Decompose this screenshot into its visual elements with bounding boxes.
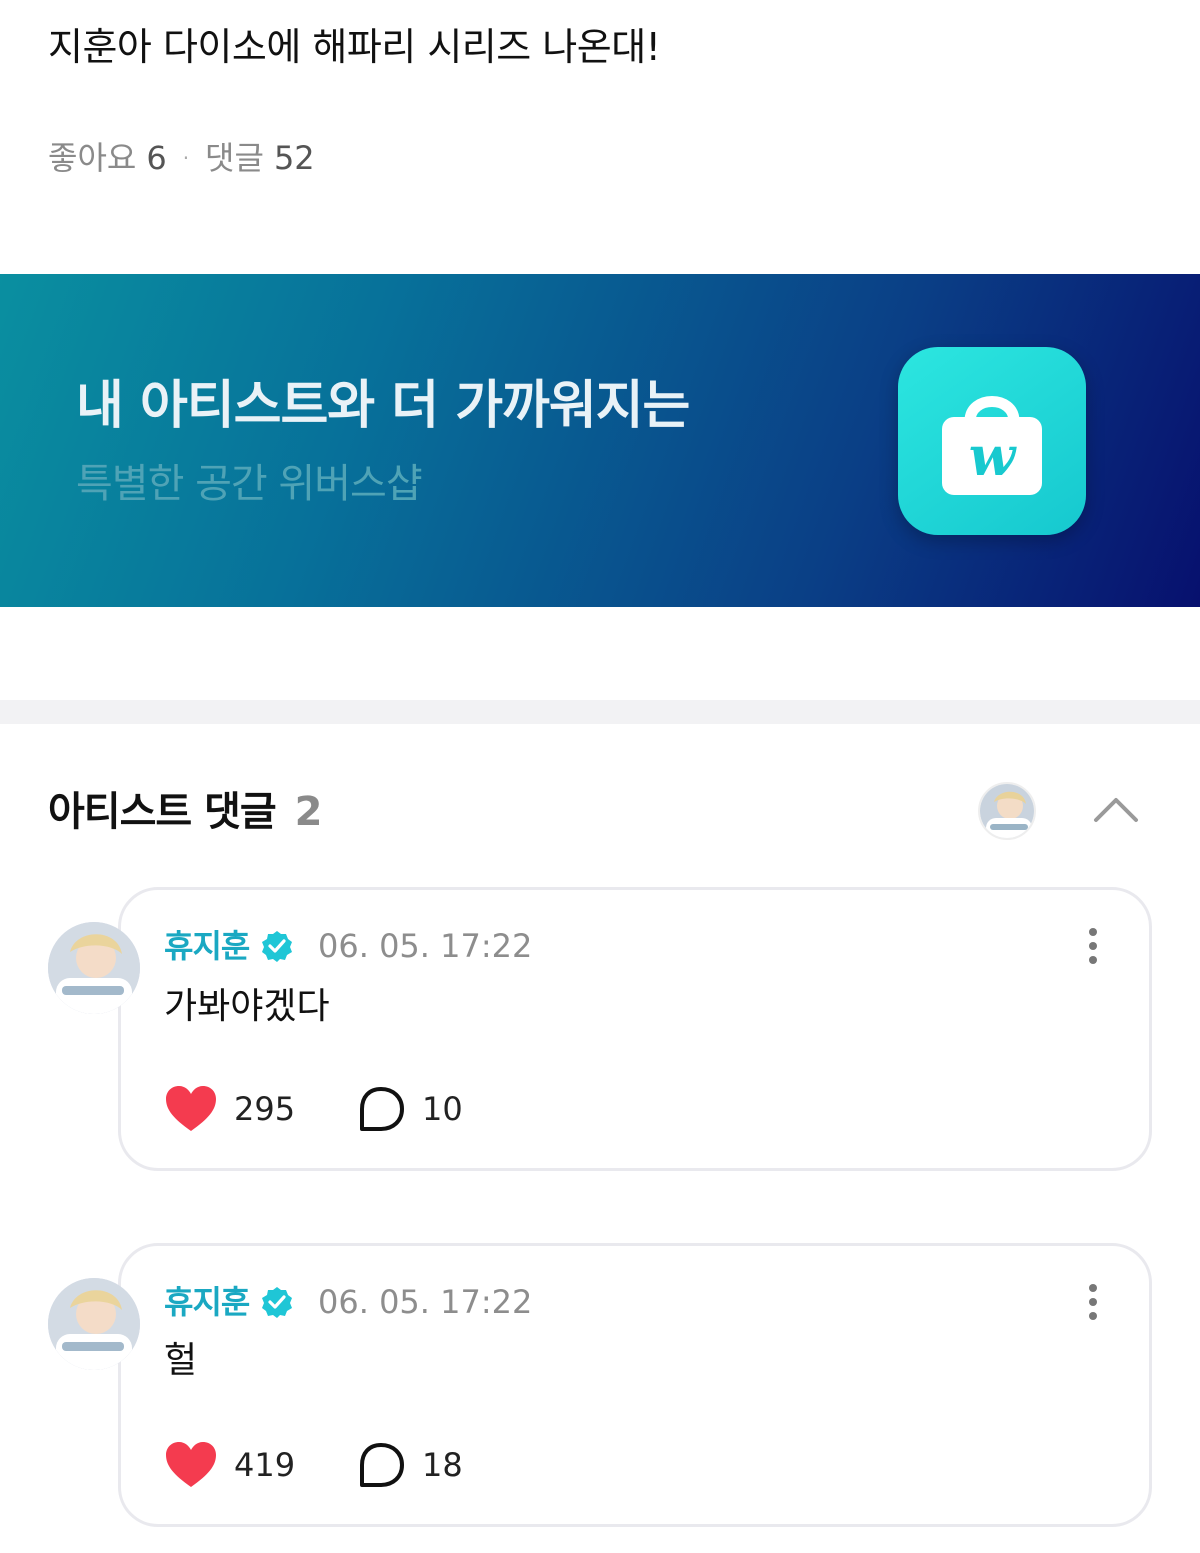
weverse-shop-logo: w xyxy=(898,347,1086,535)
artist-comments-title: 아티스트 댓글 2 xyxy=(48,786,323,838)
like-count: 419 xyxy=(234,1446,296,1484)
comment-avatar[interactable] xyxy=(48,922,140,1014)
like-button[interactable]: 295 xyxy=(164,1081,295,1137)
artist-comments-count: 2 xyxy=(294,789,323,835)
artist-comments-label: 아티스트 댓글 xyxy=(48,789,277,835)
comment-text: 가봐야겠다 xyxy=(164,986,330,1027)
comment-timestamp: 06. 05. 17:22 xyxy=(318,927,533,965)
likes-count: 6 xyxy=(146,139,167,177)
likes-label[interactable]: 좋아요 xyxy=(48,136,136,180)
banner-headline: 내 아티스트와 더 가까워지는 xyxy=(76,376,690,436)
post-title: 지훈아 다이소에 해파리 시리즈 나온대! xyxy=(48,25,661,69)
comment-avatar[interactable] xyxy=(48,1278,140,1370)
like-button[interactable]: 419 xyxy=(164,1437,295,1493)
collapse-button[interactable] xyxy=(1092,790,1140,830)
verified-badge-icon xyxy=(262,931,292,962)
comment-author[interactable]: 휴지훈 xyxy=(164,924,250,968)
post-stats: 좋아요 6 · 댓글 52 xyxy=(48,136,315,180)
comment-timestamp: 06. 05. 17:22 xyxy=(318,1283,533,1321)
verified-badge-icon xyxy=(262,1287,292,1318)
heart-icon xyxy=(166,1442,216,1487)
section-divider xyxy=(0,700,1200,724)
artist-avatar[interactable] xyxy=(978,782,1036,840)
reply-count: 18 xyxy=(422,1446,463,1484)
logo-letter: w xyxy=(969,424,1018,488)
comments-label[interactable]: 댓글 xyxy=(205,136,264,180)
reply-button[interactable]: 10 xyxy=(356,1081,463,1137)
heart-icon xyxy=(166,1086,216,1131)
banner-subtitle: 특별한 공간 위버스샵 xyxy=(76,461,423,507)
reply-count: 10 xyxy=(422,1090,463,1128)
chevron-up-icon xyxy=(1094,798,1138,822)
more-options-icon[interactable] xyxy=(1080,1280,1106,1324)
stats-separator: · xyxy=(182,146,190,170)
speech-bubble-icon xyxy=(360,1443,404,1487)
shopping-bag-icon: w xyxy=(942,396,1042,495)
comment-text: 헐 xyxy=(164,1340,198,1381)
comment-author[interactable]: 휴지훈 xyxy=(164,1280,250,1324)
like-count: 295 xyxy=(234,1090,296,1128)
more-options-icon[interactable] xyxy=(1080,924,1106,968)
comments-count: 52 xyxy=(273,139,315,177)
speech-bubble-icon xyxy=(360,1087,404,1131)
reply-button[interactable]: 18 xyxy=(356,1437,463,1493)
